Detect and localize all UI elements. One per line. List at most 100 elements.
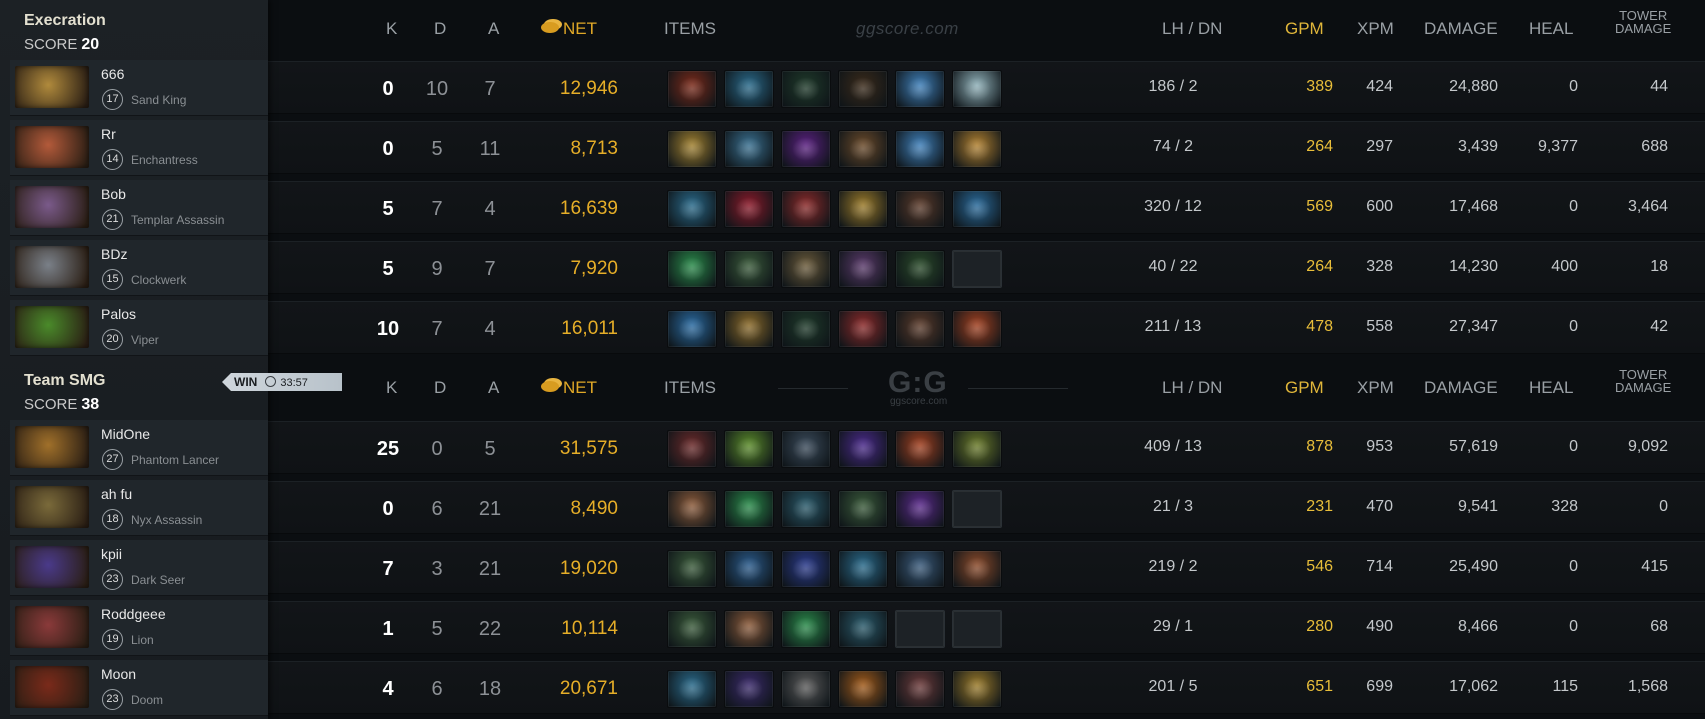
item-slot-icon[interactable] <box>895 130 945 168</box>
item-slot-icon[interactable] <box>838 190 888 228</box>
item-slot-icon[interactable] <box>667 130 717 168</box>
item-slot-icon[interactable] <box>952 670 1002 708</box>
item-slot-icon[interactable] <box>724 430 774 468</box>
item-slot-icon[interactable] <box>838 250 888 288</box>
hero-portrait[interactable] <box>15 246 89 288</box>
lh-dn-value: 186 / 2 <box>1148 78 1198 95</box>
player-card[interactable]: ah fu 18 Nyx Assassin <box>10 480 268 536</box>
damage-value: 24,880 <box>1449 78 1498 95</box>
item-slot-icon[interactable] <box>895 550 945 588</box>
item-slot-icon[interactable] <box>952 190 1002 228</box>
item-slot-icon[interactable] <box>667 610 717 648</box>
item-slot-icon[interactable] <box>838 130 888 168</box>
item-slot-icon[interactable] <box>724 70 774 108</box>
player-name[interactable]: 666 <box>101 66 124 82</box>
item-slot-icon[interactable] <box>895 190 945 228</box>
item-slot-icon[interactable] <box>724 670 774 708</box>
item-slot-icon[interactable] <box>895 310 945 348</box>
item-slot-icon[interactable] <box>724 550 774 588</box>
item-slot-icon[interactable] <box>724 610 774 648</box>
item-slot-icon[interactable] <box>724 250 774 288</box>
item-slot-icon[interactable] <box>952 430 1002 468</box>
player-card[interactable]: Rr 14 Enchantress <box>10 120 268 176</box>
item-slot-icon[interactable] <box>667 490 717 528</box>
item-slot-icon[interactable] <box>838 310 888 348</box>
player-card[interactable]: MidOne 27 Phantom Lancer <box>10 420 268 476</box>
item-slot-icon[interactable] <box>895 70 945 108</box>
item-slot-icon[interactable] <box>667 250 717 288</box>
hero-portrait[interactable] <box>15 666 89 708</box>
item-slot-icon[interactable] <box>667 670 717 708</box>
lh-dn-value: 320 / 12 <box>1144 198 1202 215</box>
item-slot-icon[interactable] <box>781 130 831 168</box>
item-slot-icon[interactable] <box>724 310 774 348</box>
player-name[interactable]: Palos <box>101 306 136 322</box>
player-card[interactable]: Bob 21 Templar Assassin <box>10 180 268 236</box>
player-name[interactable]: Bob <box>101 186 126 202</box>
lh-dn-value: 211 / 13 <box>1144 318 1202 335</box>
hero-portrait[interactable] <box>15 126 89 168</box>
item-slot-icon[interactable] <box>895 250 945 288</box>
item-slot-icon[interactable] <box>838 430 888 468</box>
item-slot-icon[interactable] <box>895 670 945 708</box>
item-slot-icon[interactable] <box>952 550 1002 588</box>
item-slot-icon[interactable] <box>724 130 774 168</box>
player-name[interactable]: BDz <box>101 246 127 262</box>
item-slot-icon[interactable] <box>781 250 831 288</box>
player-name[interactable]: ah fu <box>101 486 132 502</box>
item-slot-icon[interactable] <box>895 430 945 468</box>
item-slot-icon[interactable] <box>838 610 888 648</box>
item-slot-icon[interactable] <box>667 550 717 588</box>
item-slot-icon[interactable] <box>667 430 717 468</box>
player-card[interactable]: Palos 20 Viper <box>10 300 268 356</box>
item-slot-icon[interactable] <box>952 130 1002 168</box>
item-slot-icon[interactable] <box>952 310 1002 348</box>
hero-portrait[interactable] <box>15 426 89 468</box>
item-slot-icon[interactable] <box>895 490 945 528</box>
player-name[interactable]: Roddgeee <box>101 606 166 622</box>
player-name[interactable]: Moon <box>101 666 136 682</box>
player-card[interactable]: BDz 15 Clockwerk <box>10 240 268 296</box>
item-slot-icon[interactable] <box>781 70 831 108</box>
hero-portrait[interactable] <box>15 546 89 588</box>
item-slot-icon[interactable] <box>781 430 831 468</box>
player-name[interactable]: Rr <box>101 126 116 142</box>
item-slot-icon[interactable] <box>667 310 717 348</box>
player-name[interactable]: kpii <box>101 546 122 562</box>
hero-portrait[interactable] <box>15 66 89 108</box>
item-slot-icon[interactable] <box>667 190 717 228</box>
deaths-value: 5 <box>431 138 443 160</box>
lh-dn-value: 409 / 13 <box>1144 438 1202 455</box>
item-slot-icon[interactable] <box>781 190 831 228</box>
item-slot-icon[interactable] <box>952 70 1002 108</box>
player-card[interactable]: Roddgeee 19 Lion <box>10 600 268 656</box>
item-slot-icon[interactable] <box>781 310 831 348</box>
item-glyph <box>792 497 820 521</box>
item-glyph <box>963 317 991 341</box>
item-slot-icon[interactable] <box>781 550 831 588</box>
player-card[interactable]: 666 17 Sand King <box>10 60 268 116</box>
item-slot-icon[interactable] <box>838 490 888 528</box>
hero-portrait[interactable] <box>15 186 89 228</box>
item-slot-icon[interactable] <box>838 670 888 708</box>
item-slot-icon[interactable] <box>724 190 774 228</box>
deaths-value: 9 <box>431 258 443 280</box>
assists-value: 21 <box>478 498 502 520</box>
item-slot-icon[interactable] <box>667 70 717 108</box>
item-slot-icon[interactable] <box>838 70 888 108</box>
header-d: D <box>434 378 447 397</box>
item-slot-icon[interactable] <box>724 490 774 528</box>
kills-value: 0 <box>382 78 394 100</box>
player-stats-row: 0 6 21 8,490 21 / 3 231 470 9,541 328 0 <box>268 481 1705 534</box>
hero-portrait[interactable] <box>15 606 89 648</box>
item-slot-icon[interactable] <box>781 610 831 648</box>
player-card[interactable]: kpii 23 Dark Seer <box>10 540 268 596</box>
player-name[interactable]: MidOne <box>101 426 150 442</box>
hero-portrait[interactable] <box>15 486 89 528</box>
hero-portrait[interactable] <box>15 306 89 348</box>
damage-value: 14,230 <box>1449 258 1498 275</box>
item-slot-icon[interactable] <box>781 490 831 528</box>
item-slot-icon[interactable] <box>838 550 888 588</box>
player-card[interactable]: Moon 23 Doom <box>10 660 268 716</box>
item-slot-icon[interactable] <box>781 670 831 708</box>
